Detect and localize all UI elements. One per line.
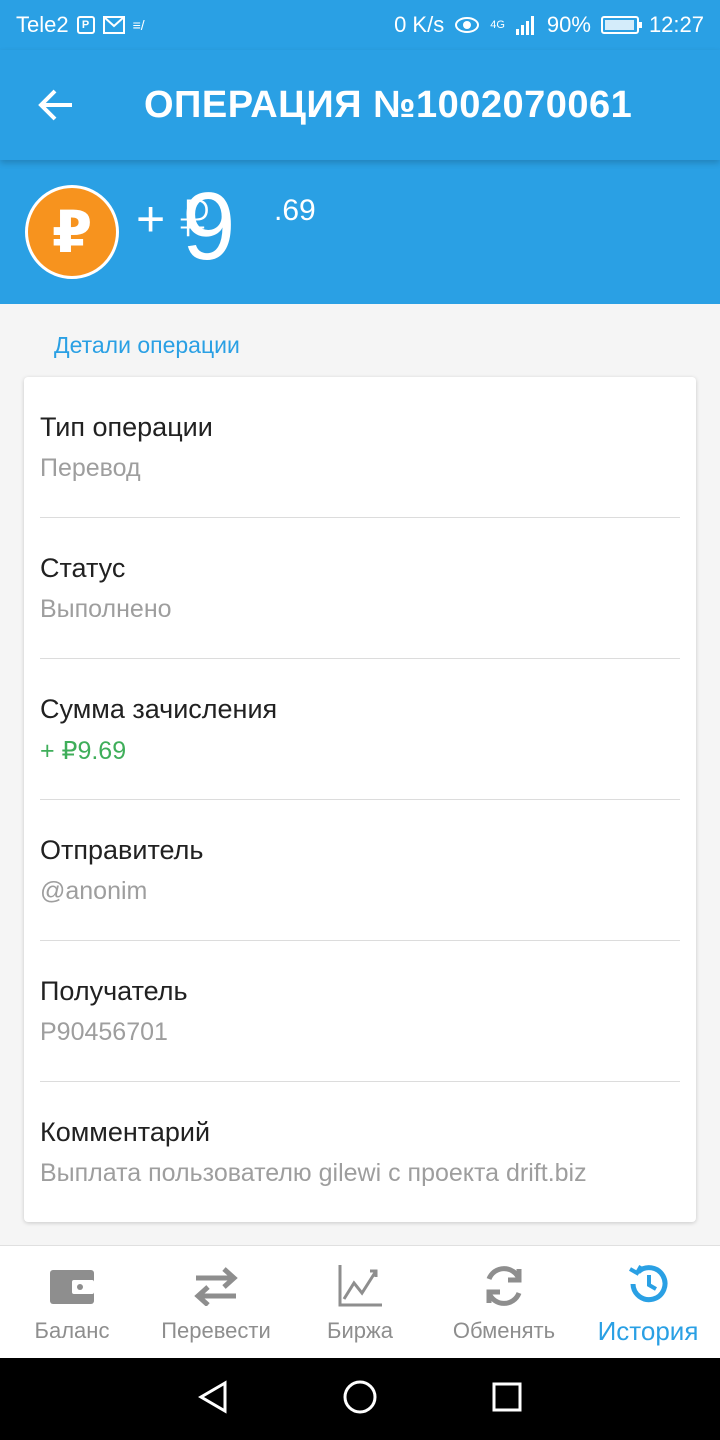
nav-label: Обменять: [452, 1318, 556, 1343]
section-title: Детали операции: [54, 332, 240, 358]
nav-transfer[interactable]: Перевести: [144, 1246, 288, 1358]
mail-icon: [102, 16, 125, 34]
system-nav-bar: [0, 1358, 720, 1440]
back-button[interactable]: [0, 50, 112, 160]
recents-square-icon[interactable]: [491, 1381, 523, 1418]
nav-exchange-market[interactable]: Биржа: [288, 1246, 432, 1358]
detail-row-amount: Сумма зачисления + ₽9.69: [40, 659, 680, 800]
exchange-icon: [478, 1260, 530, 1312]
row-value: + ₽9.69: [40, 737, 127, 765]
amount-banner: ₽ + ₽ 9 .69: [0, 160, 720, 304]
nav-label: Баланс: [34, 1318, 110, 1343]
eye-icon: [454, 16, 480, 34]
row-value: P90456701: [40, 1018, 168, 1046]
signal-icon: [515, 15, 537, 35]
network-type: 4G: [490, 19, 505, 31]
row-label: Отправитель: [40, 835, 204, 865]
bottom-nav: Баланс Перевести Биржа Обменять История: [0, 1245, 720, 1358]
detail-row-type: Тип операции Перевод: [40, 377, 680, 518]
detail-row-recipient: Получатель P90456701: [40, 941, 680, 1082]
row-label: Тип операции: [40, 412, 213, 442]
wallet-icon: [46, 1260, 98, 1312]
clock: 12:27: [648, 12, 704, 37]
app-bar: ОПЕРАЦИЯ №1002070061: [0, 50, 720, 160]
row-value: Выплата пользователю gilewi с проекта dr…: [40, 1159, 587, 1187]
nav-history[interactable]: История: [576, 1246, 720, 1358]
amount-integer: 9: [182, 173, 236, 280]
battery-percent: 90%: [546, 12, 591, 37]
parking-icon: P: [76, 16, 95, 34]
chart-icon: [334, 1260, 386, 1312]
amount-fraction: .69: [274, 194, 316, 227]
history-icon: [622, 1258, 674, 1310]
row-label: Получатель: [40, 976, 188, 1006]
nav-label: Биржа: [327, 1318, 393, 1343]
transfer-arrows-icon: [190, 1260, 242, 1312]
nav-balance[interactable]: Баланс: [0, 1246, 144, 1358]
row-label: Сумма зачисления: [40, 694, 278, 724]
status-bar: Tele2 P ≡/ 0 K/s 4G 90% 12:27: [0, 0, 720, 50]
ruble-coin-icon: ₽: [25, 185, 119, 279]
sim-icon: ≡/: [132, 17, 145, 33]
network-speed: 0 K/s: [394, 12, 445, 37]
nav-label: Перевести: [161, 1318, 271, 1343]
row-label: Статус: [40, 553, 126, 583]
nav-label: История: [597, 1315, 699, 1346]
page-title: ОПЕРАЦИЯ №1002070061: [144, 83, 633, 126]
back-triangle-icon[interactable]: [197, 1379, 229, 1419]
detail-row-sender: Отправитель @anonim: [40, 800, 680, 941]
battery-icon: [600, 16, 642, 34]
row-label: Комментарий: [40, 1117, 211, 1147]
detail-row-status: Статус Выполнено: [40, 518, 680, 659]
row-value: @anonim: [40, 877, 148, 905]
row-value: Перевод: [40, 454, 141, 482]
home-circle-icon[interactable]: [342, 1379, 378, 1420]
row-value: Выполнено: [40, 595, 172, 623]
detail-row-comment: Комментарий Выплата пользователю gilewi …: [40, 1082, 680, 1223]
arrow-left-icon: [38, 89, 72, 121]
nav-exchange[interactable]: Обменять: [432, 1246, 576, 1358]
details-card: Тип операции Перевод Статус Выполнено Су…: [24, 377, 696, 1222]
carrier-label: Tele2: [16, 12, 69, 37]
